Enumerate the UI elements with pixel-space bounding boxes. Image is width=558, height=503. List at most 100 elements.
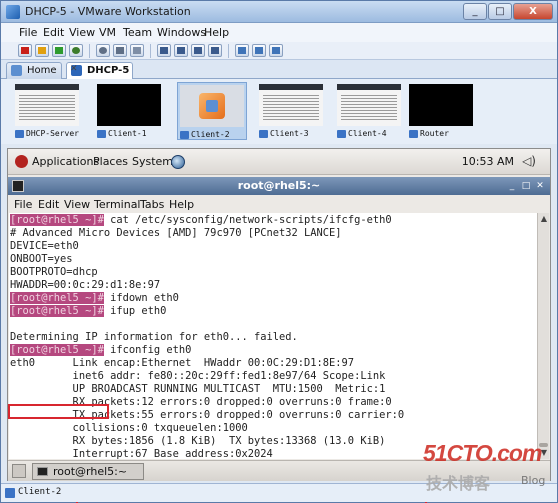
thumbnail-client-4[interactable]: Client-4	[335, 82, 405, 140]
console-view-icon[interactable]	[208, 44, 222, 57]
terminal-menu-terminal[interactable]: Terminal	[94, 198, 141, 211]
thumbnail-screen	[259, 84, 323, 126]
terminal-line: HWADDR=00:0c:29:d1:8e:97	[10, 279, 160, 292]
thumbnail-client-3[interactable]: Client-3	[257, 82, 327, 140]
terminal-scrollbar[interactable]: ▲ ▼	[537, 213, 549, 459]
menu-view[interactable]: View	[69, 26, 95, 39]
thumbnail-screen	[337, 84, 401, 126]
terminal-line: [root@rhel5 ~]# ifconfig eth0	[10, 344, 191, 357]
web-browser-icon[interactable]	[171, 155, 185, 169]
terminal-output[interactable]: [root@rhel5 ~]# cat /etc/sysconfig/netwo…	[9, 213, 537, 459]
scroll-down-icon[interactable]: ▼	[538, 447, 550, 459]
thumbnail-bar: DHCP-Server Client-1 Client-2 Client-3 C…	[1, 79, 557, 144]
power-on-icon[interactable]	[52, 44, 66, 57]
redhat-menu-icon[interactable]	[15, 155, 28, 168]
menu-bar: File Edit View VM Team Windows Help	[1, 23, 557, 42]
terminal-close-icon[interactable]: ✕	[534, 180, 546, 192]
terminal-menu-tabs[interactable]: Tabs	[140, 198, 164, 211]
terminal-line: DEVICE=eth0	[10, 240, 79, 253]
terminal-menu-edit[interactable]: Edit	[38, 198, 59, 211]
snapshot-manager-icon[interactable]	[130, 44, 144, 57]
terminal-line-text: UP BROADCAST RUNNING MULTICAST MTU:1500 …	[10, 383, 386, 395]
volume-icon[interactable]: ◁)	[522, 154, 536, 168]
terminal-line-text: collisions:0 txqueuelen:1000	[10, 422, 248, 434]
thumbnail-dhcp-server[interactable]: DHCP-Server	[13, 82, 83, 140]
guest-display[interactable]: Applications Places System 10:53 AM ◁) r…	[7, 148, 551, 503]
thumbnail-label: Client-3	[258, 129, 309, 138]
thumbnail-client-1[interactable]: Client-1	[95, 82, 165, 140]
places-menu[interactable]: Places	[93, 155, 128, 168]
thumbnail-router[interactable]: Router	[407, 82, 477, 140]
thumbnail-label: Client-2	[179, 130, 230, 139]
window-title: DHCP-5 - VMware Workstation	[25, 5, 191, 18]
minimize-button[interactable]: _	[463, 3, 487, 20]
vm-tab-strip: Home DHCP-5	[1, 60, 557, 79]
full-screen-icon[interactable]	[174, 44, 188, 57]
terminal-line: [root@rhel5 ~]# ifup eth0	[10, 305, 166, 318]
terminal-menu-help[interactable]: Help	[169, 198, 194, 211]
thumbnail-label: DHCP-Server	[14, 129, 79, 138]
quick-switch-icon[interactable]	[157, 44, 171, 57]
menu-edit[interactable]: Edit	[43, 26, 64, 39]
terminal-line: inet6 addr: fe80::20c:29ff:fed1:8e97/64 …	[10, 370, 386, 383]
menu-file[interactable]: File	[19, 26, 37, 39]
toolbar	[1, 42, 557, 60]
reset-icon[interactable]	[69, 44, 83, 57]
shell-prompt: [root@rhel5 ~]#	[10, 305, 104, 317]
scroll-up-icon[interactable]: ▲	[538, 213, 550, 225]
shell-prompt: [root@rhel5 ~]#	[10, 292, 104, 304]
menu-vm[interactable]: VM	[99, 26, 116, 39]
terminal-line: ONBOOT=yes	[10, 253, 73, 266]
terminal-line-text: cat /etc/sysconfig/network-scripts/ifcfg…	[103, 214, 392, 226]
terminal-line-text: Interrupt:67 Base address:0x2024	[10, 448, 273, 459]
tab-home[interactable]: Home	[6, 62, 62, 79]
terminal-title: root@rhel5:~	[237, 179, 321, 192]
thumbnail-label: Client-1	[96, 129, 147, 138]
thumbnail-screen	[15, 84, 79, 126]
revert-snapshot-icon[interactable]	[113, 44, 127, 57]
applications-menu[interactable]: Applications	[32, 155, 99, 168]
sidebar-toggle-icon[interactable]	[235, 44, 249, 57]
shell-prompt: [root@rhel5 ~]#	[10, 344, 104, 356]
terminal-line-text: RX bytes:1856 (1.8 KiB) TX bytes:13368 (…	[10, 435, 386, 447]
terminal-line: BOOTPROTO=dhcp	[10, 266, 98, 279]
maximize-button[interactable]: □	[488, 3, 512, 20]
vmware-logo-icon	[199, 93, 225, 119]
close-button[interactable]: X	[513, 3, 553, 20]
terminal-line-text: ifconfig eth0	[103, 344, 192, 356]
taskbar-terminal-button[interactable]: root@rhel5:~	[32, 463, 144, 480]
menu-team[interactable]: Team	[123, 26, 152, 39]
terminal-line-text: BOOTPROTO=dhcp	[10, 266, 98, 278]
unity-icon[interactable]	[191, 44, 205, 57]
terminal-line-text: HWADDR=00:0c:29:d1:8e:97	[10, 279, 161, 291]
suspend-icon[interactable]	[35, 44, 49, 57]
terminal-icon	[37, 467, 48, 476]
tab-close-icon[interactable]: ✕	[70, 64, 80, 74]
terminal-menu-view[interactable]: View	[64, 198, 90, 211]
snapshot-icon[interactable]	[96, 44, 110, 57]
terminal-line: # Advanced Micro Devices [AMD] 79c970 [P…	[10, 227, 342, 240]
menu-help[interactable]: Help	[204, 26, 229, 39]
gnome-bottom-panel: root@rhel5:~	[8, 460, 550, 481]
terminal-minimize-icon[interactable]: _	[506, 180, 518, 192]
terminal-line-text: # Advanced Micro Devices [AMD] 79c970 [P…	[10, 227, 342, 239]
power-off-icon[interactable]	[18, 44, 32, 57]
terminal-menu-file[interactable]: File	[14, 198, 32, 211]
thumbnail-client-2[interactable]: Client-2	[177, 82, 247, 140]
thumbnail-bar-icon[interactable]	[252, 44, 266, 57]
tab-dhcp-5-label: DHCP-5	[87, 65, 130, 76]
terminal-line: Determining IP information for eth0... f…	[10, 331, 298, 344]
summary-view-icon[interactable]	[269, 44, 283, 57]
terminal-line-text: ifup eth0	[103, 305, 167, 317]
clock[interactable]: 10:53 AM	[462, 155, 514, 168]
terminal-line-text: inet6 addr: fe80::20c:29ff:fed1:8e97/64 …	[10, 370, 386, 382]
terminal-maximize-icon[interactable]: □	[520, 180, 532, 192]
show-desktop-button[interactable]	[12, 464, 26, 478]
tab-home-label: Home	[27, 65, 57, 76]
status-bar: Client-2	[1, 483, 557, 502]
system-menu[interactable]: System	[132, 155, 173, 168]
terminal-line: [root@rhel5 ~]# cat /etc/sysconfig/netwo…	[10, 214, 392, 227]
thumbnail-screen	[97, 84, 161, 126]
window-titlebar: DHCP-5 - VMware Workstation _ □ X	[1, 1, 557, 23]
menu-windows[interactable]: Windows	[157, 26, 206, 39]
